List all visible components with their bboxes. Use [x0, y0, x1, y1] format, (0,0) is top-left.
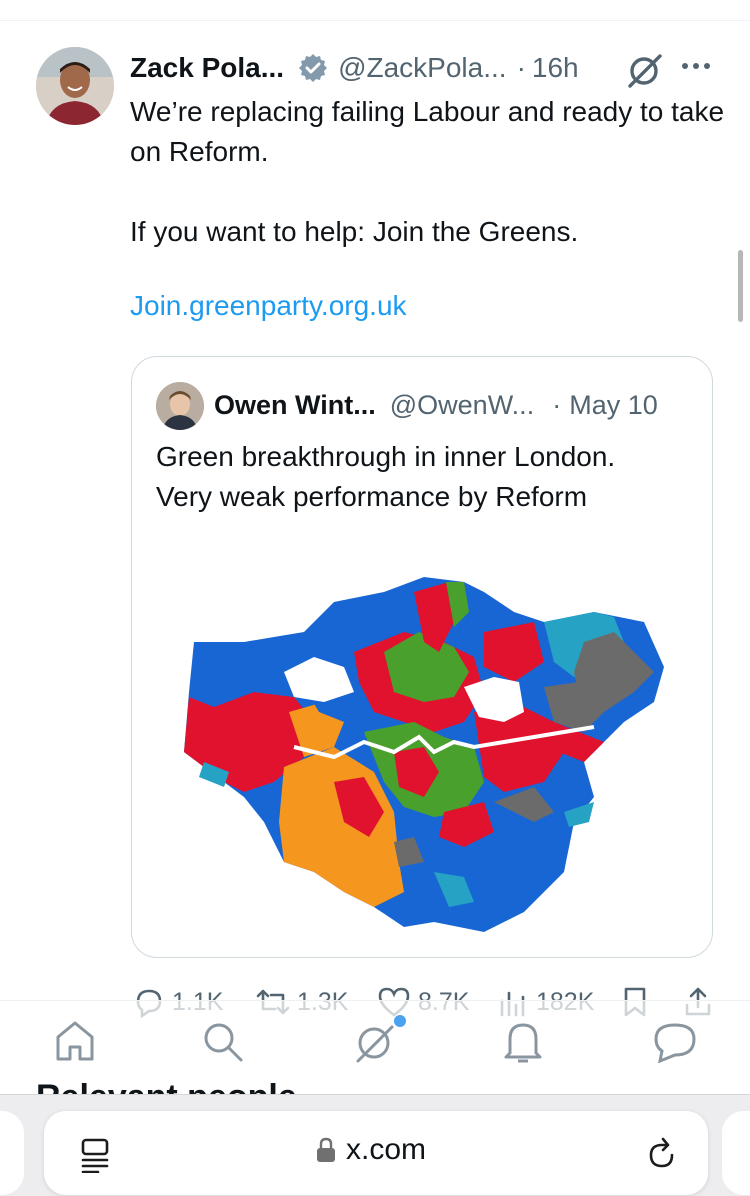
more-icon[interactable]: [680, 60, 712, 72]
verified-badge-icon: [299, 54, 328, 82]
lock-icon: [317, 1137, 335, 1162]
quoted-author-name[interactable]: Owen Wint...: [214, 390, 376, 421]
post-link[interactable]: Join.greenparty.org.uk: [130, 290, 407, 322]
messages-icon[interactable]: [650, 1019, 700, 1063]
url-display[interactable]: x.com: [316, 1133, 426, 1167]
browser-toolbar: x.com: [0, 1094, 750, 1196]
grok-tab-icon[interactable]: [350, 1011, 410, 1065]
reload-icon[interactable]: [645, 1135, 679, 1171]
separator-dot: ·: [552, 389, 562, 420]
quoted-text-line-1: Green breakthrough in inner London.: [156, 441, 616, 472]
tabs-icon[interactable]: [80, 1137, 110, 1173]
bottom-tab-bar: [0, 1000, 750, 1063]
grok-icon[interactable]: [625, 50, 665, 90]
quoted-post-header: Owen Wint... @OwenW... · May 10: [214, 385, 658, 425]
quoted-post-text: Green breakthrough in inner London. Very…: [156, 437, 696, 517]
separator-dot: ·: [516, 52, 526, 83]
post-text-paragraph-2: If you want to help: Join the Greens.: [130, 216, 579, 247]
post-text-paragraph-1: We’re replacing failing Labour and ready…: [130, 96, 725, 167]
home-icon[interactable]: [52, 1019, 98, 1063]
search-icon[interactable]: [200, 1019, 246, 1063]
notifications-icon[interactable]: [500, 1019, 546, 1065]
address-bar[interactable]: x.com: [44, 1111, 708, 1195]
next-tab-edge[interactable]: [722, 1111, 750, 1195]
quoted-post-card[interactable]: Owen Wint... @OwenW... · May 10 Green br…: [131, 356, 713, 958]
post-time[interactable]: 16h: [532, 52, 579, 84]
quoted-post-date[interactable]: May 10: [569, 390, 658, 421]
author-avatar[interactable]: [36, 47, 114, 125]
london-election-map[interactable]: [184, 572, 664, 937]
scrollbar[interactable]: [738, 250, 743, 322]
url-text: x.com: [346, 1133, 427, 1166]
quoted-author-avatar[interactable]: [156, 382, 204, 430]
post-text: We’re replacing failing Labour and ready…: [130, 92, 730, 252]
author-handle[interactable]: @ZackPola...: [338, 52, 506, 84]
quoted-text-line-2: Very weak performance by Reform: [156, 481, 588, 512]
previous-tab-edge[interactable]: [0, 1111, 24, 1195]
quoted-author-handle[interactable]: @OwenW...: [390, 390, 534, 421]
author-name[interactable]: Zack Pola...: [130, 52, 284, 84]
top-divider: [0, 20, 750, 21]
